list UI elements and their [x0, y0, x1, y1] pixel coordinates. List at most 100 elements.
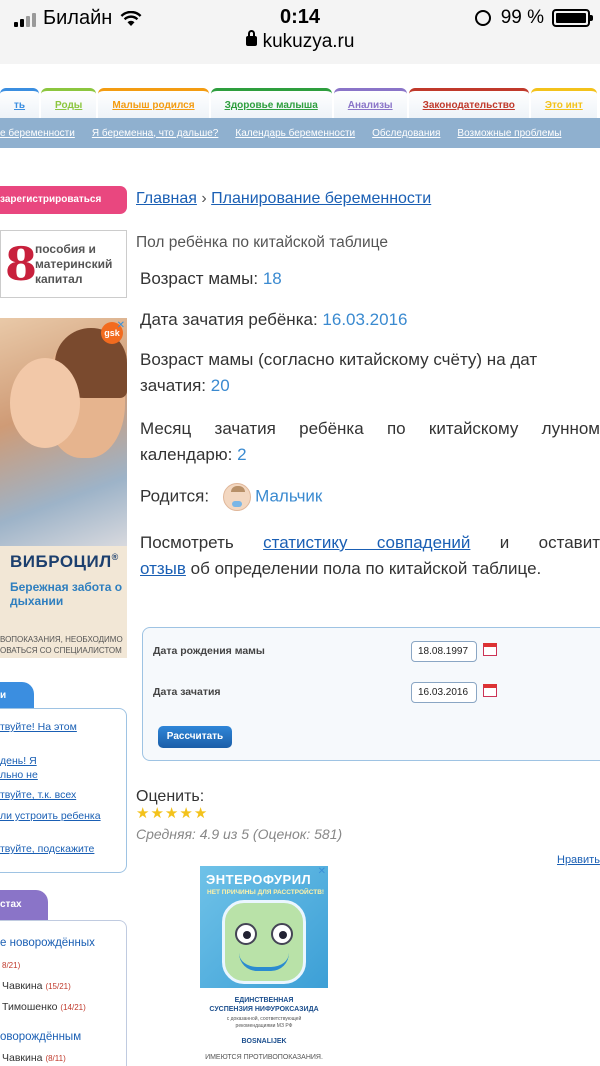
- nav-tab[interactable]: Роды: [41, 88, 97, 118]
- ad-photo: [0, 318, 127, 546]
- ad-slogan: НЕТ ПРИЧИНЫ ДЛЯ РАССТРОЙСТВ!: [207, 889, 325, 896]
- ad-title-text: ВИБРОЦИЛ: [10, 552, 112, 571]
- forum-link[interactable]: день! Я: [0, 755, 37, 768]
- promo-banner-benefits[interactable]: 8 пособия и материнский капитал: [0, 230, 127, 298]
- forum-link[interactable]: ли устроить ребенка: [0, 810, 101, 823]
- star-icon[interactable]: ★: [136, 806, 149, 821]
- label: календарю:: [140, 445, 233, 464]
- star-icon[interactable]: ★: [150, 806, 163, 821]
- count: (14/21): [60, 1003, 86, 1012]
- status-bar: Билайн 0:14 kukuzya.ru 99 %: [0, 0, 600, 64]
- calendar-icon[interactable]: [483, 684, 497, 697]
- chinese-age-line: Возраст мамы (согласно китайскому счёту)…: [140, 347, 600, 399]
- rotation-lock-icon: [474, 10, 491, 26]
- battery-percent: 99 %: [500, 7, 544, 28]
- url-text: kukuzya.ru: [262, 31, 355, 52]
- promo-line: материнский: [35, 256, 113, 271]
- newborns-link[interactable]: е новорождённых: [0, 937, 95, 949]
- like-link[interactable]: Нравить: [557, 854, 600, 866]
- ad-close-icon[interactable]: ✕: [318, 866, 326, 877]
- ad-banner-vibrocil[interactable]: gsk ✕ ВИБРОЦИЛ® Бережная забота о дыхани…: [0, 318, 127, 658]
- ad-title: ВИБРОЦИЛ®: [10, 552, 119, 572]
- page-title: Пол ребёнка по китайской таблице: [136, 234, 388, 251]
- review-link[interactable]: отзыв: [140, 559, 186, 578]
- forum-link[interactable]: льно не: [0, 769, 38, 782]
- ad-warning: ИМЕЮТСЯ ПРОТИВОПОКАЗАНИЯ.: [205, 1054, 323, 1061]
- register-button[interactable]: зарегистрироваться: [0, 186, 127, 214]
- line: Месяц зачатия ребёнка по китайскому лунн…: [140, 419, 600, 438]
- ad-image: ЭНТЕРОФУРИЛ НЕТ ПРИЧИНЫ ДЛЯ РАССТРОЙСТВ!: [200, 866, 328, 988]
- stats-link[interactable]: статистику совпадений: [263, 533, 470, 552]
- calendar-icon[interactable]: [483, 643, 497, 656]
- label: Дата зачатия ребёнка:: [140, 310, 318, 329]
- breadcrumb: Главная › Планирование беременности: [136, 190, 431, 208]
- count: (15/21): [45, 982, 71, 991]
- text: и оставит: [499, 533, 600, 552]
- forum-link[interactable]: твуйте! На этом: [0, 721, 77, 734]
- text: об определении пола по китайской таблице…: [190, 559, 542, 578]
- address-bar[interactable]: kukuzya.ru: [0, 30, 600, 53]
- calculate-button[interactable]: Рассчитать: [158, 726, 232, 748]
- nav-tab[interactable]: Малыш родился: [98, 88, 209, 118]
- nav-tab[interactable]: Это инт: [530, 88, 597, 118]
- ad-line: ЕДИНСТВЕННАЯ: [234, 997, 294, 1004]
- conception-input[interactable]: [411, 682, 477, 703]
- baby-boy-icon: [223, 483, 252, 511]
- rate-label: Оценить:: [136, 788, 205, 805]
- count: (8/11): [45, 1054, 66, 1063]
- ad-line: рекомендациями МЗ РФ: [235, 1023, 293, 1029]
- nav-tab[interactable]: Законодательство: [408, 88, 529, 118]
- battery-icon: [552, 9, 593, 27]
- ad-photo-child: [10, 358, 80, 448]
- rating-stars[interactable]: ★ ★ ★ ★ ★: [136, 806, 207, 821]
- promo-line: капитал: [35, 271, 83, 286]
- user-item[interactable]: Чавкина (15/21): [2, 980, 71, 992]
- subnav-link[interactable]: Календарь беременности: [235, 128, 355, 139]
- breadcrumb-section[interactable]: Планирование беременности: [211, 190, 431, 207]
- user-item[interactable]: Чавкина (8/11): [2, 1052, 66, 1064]
- subnav-link[interactable]: е беременности: [0, 128, 75, 139]
- subnav-link[interactable]: Я беременна, что дальше?: [92, 128, 219, 139]
- forum-link[interactable]: твуйте, подскажите: [0, 843, 94, 856]
- label: зачатия:: [140, 376, 207, 395]
- forum-link[interactable]: твуйте, т.к. всех: [0, 789, 76, 802]
- star-icon[interactable]: ★: [179, 806, 192, 821]
- subnav-link[interactable]: Обследования: [372, 128, 440, 139]
- gender-result: Мальчик: [255, 486, 323, 506]
- ad-line: СУСПЕНЗИЯ НИФУРОКСАЗИДА: [209, 1006, 319, 1013]
- born-line: Родится: Мальчик: [140, 483, 322, 511]
- star-icon[interactable]: ★: [194, 806, 207, 821]
- ad-footer-line: ВОПОКАЗАНИЯ, НЕОБХОДИМО: [0, 635, 123, 644]
- star-icon[interactable]: ★: [165, 806, 178, 821]
- nav-tab[interactable]: Анализы: [333, 88, 407, 118]
- text: Посмотреть: [140, 533, 234, 552]
- stats-line: Посмотреть статистику совпадений и остав…: [140, 530, 600, 582]
- nav-tab[interactable]: ть: [0, 88, 40, 118]
- mother-birth-input[interactable]: [411, 641, 477, 662]
- conception-label: Дата зачатия: [153, 686, 221, 698]
- promo-text: пособия и материнский капитал: [35, 242, 112, 287]
- count: 8/21): [2, 961, 21, 970]
- lunar-month-value: 2: [237, 445, 247, 464]
- user-name: Тимошенко: [2, 1001, 58, 1013]
- line: Возраст мамы (согласно китайскому счёту)…: [140, 350, 538, 369]
- ad-line: с доказанной, соответствующей: [226, 1016, 302, 1022]
- chinese-age-value: 20: [210, 376, 230, 395]
- ad-footer: ВОПОКАЗАНИЯ, НЕОБХОДИМО ОВАТЬСЯ СО СПЕЦИ…: [0, 634, 127, 656]
- user-item[interactable]: Тимошенко (14/21): [2, 1001, 86, 1013]
- label: Родится:: [140, 486, 210, 506]
- subnav-link[interactable]: Возможные проблемы: [457, 128, 561, 139]
- ad-banner-enterofuril[interactable]: ЭНТЕРОФУРИЛ НЕТ ПРИЧИНЫ ДЛЯ РАССТРОЙСТВ!…: [200, 866, 328, 1066]
- newborns-link[interactable]: оворождённым: [0, 1031, 81, 1043]
- promo-number: 8: [5, 237, 38, 291]
- breadcrumb-home[interactable]: Главная: [136, 190, 197, 207]
- mother-birth-label: Дата рождения мамы: [153, 645, 265, 657]
- ad-close-icon[interactable]: ✕: [117, 320, 125, 331]
- mascot-eye: [235, 923, 257, 945]
- mascot-mouth: [239, 953, 289, 971]
- main-nav-tabs: ть Роды Малыш родился Здоровье малыша Анализ…: [0, 88, 600, 118]
- ad-title-mark: ®: [111, 552, 119, 562]
- sidebar-box2-tab[interactable]: стах: [0, 890, 48, 920]
- sidebar-box1-tab[interactable]: и: [0, 682, 34, 708]
- nav-tab[interactable]: Здоровье малыша: [210, 88, 332, 118]
